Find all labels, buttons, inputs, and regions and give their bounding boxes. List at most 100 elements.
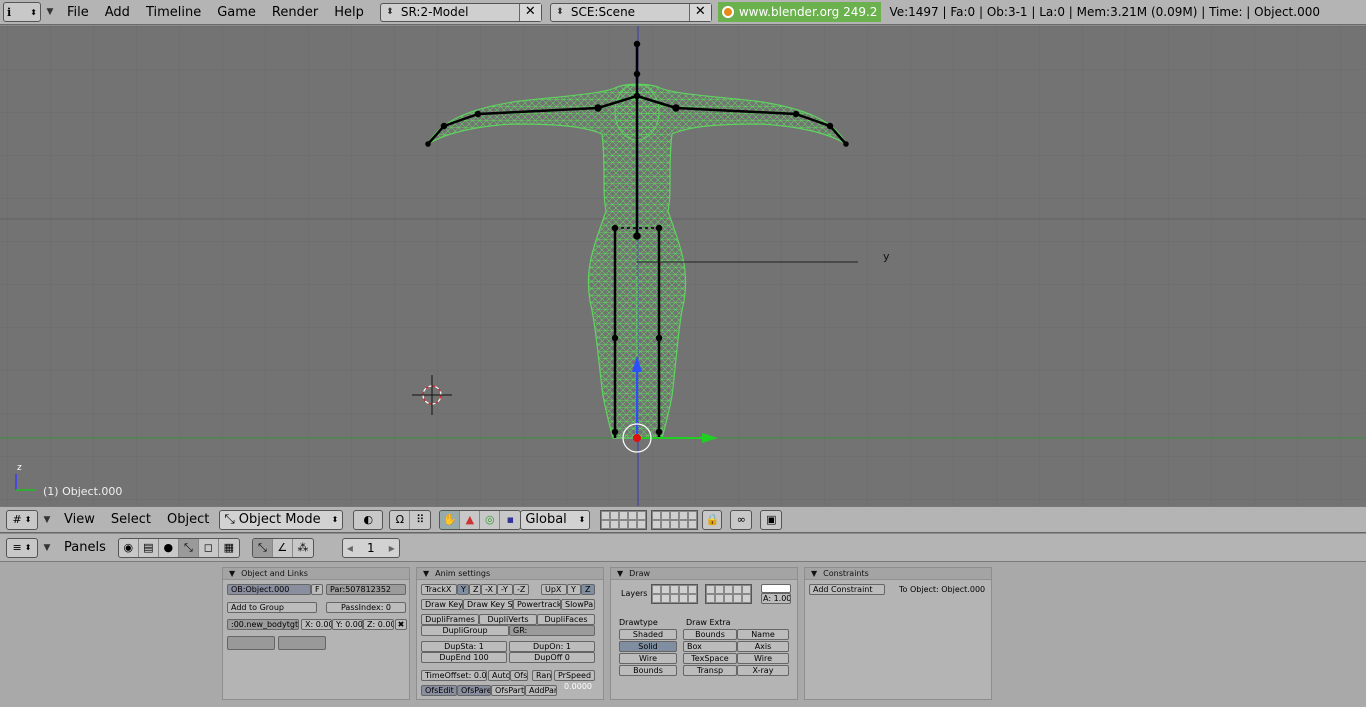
up-z-button[interactable]: Z (581, 584, 595, 595)
menu-file[interactable]: File (59, 5, 97, 20)
layer-block-b[interactable] (278, 636, 326, 650)
layer-buttons-a[interactable] (600, 509, 648, 530)
dup-on-field[interactable]: DupOn: 1 (509, 641, 595, 652)
track-y-button[interactable]: Y (457, 584, 469, 595)
mode-selector[interactable]: ⤡ Object Mode ⬍ (219, 509, 344, 530)
particles-icon[interactable]: ⁂ (293, 539, 313, 557)
snap-icon[interactable]: ⠿ (410, 511, 430, 529)
object-name-field[interactable]: OB:Object.000 (227, 584, 311, 595)
up-x-button[interactable]: UpX (541, 584, 567, 595)
slowpar-button[interactable]: SlowPa (561, 599, 595, 610)
drawtype-shaded[interactable]: Shaded (619, 629, 677, 640)
pivot-icon[interactable]: Ω (390, 510, 411, 529)
offset-z-field[interactable]: Z: 0.00 (363, 619, 394, 630)
extra-bounds-type[interactable]: Box (683, 641, 737, 652)
render-icon[interactable]: ▣ (760, 509, 783, 530)
blender-org-link[interactable]: www.blender.org 249.2 (717, 2, 882, 22)
physics-icon[interactable]: ∠ (273, 538, 293, 557)
panel-header[interactable]: ▼ Draw (611, 568, 797, 580)
collapse-icon[interactable]: ▼ (423, 569, 429, 578)
next-arrow-icon[interactable]: ▸ (389, 541, 395, 555)
scene-icon[interactable]: ▦ (219, 539, 239, 557)
dupliframes-button[interactable]: DupliFrames (421, 614, 479, 625)
ofspartl-button[interactable]: OfsPartl (491, 685, 525, 696)
panel-header[interactable]: ▼ Anim settings (417, 568, 603, 580)
context-tabs[interactable]: ◉ ▤ ● ⤡ ◻ ▦ (117, 537, 240, 558)
extra-wire[interactable]: Wire (737, 653, 789, 664)
object-layers-b[interactable] (705, 584, 752, 604)
add-to-group-button[interactable]: Add to Group (227, 602, 317, 613)
panel-header[interactable]: ▼ Object and Links (223, 568, 409, 580)
link-icon[interactable]: ∞ (730, 509, 753, 530)
editor-type-button[interactable]: # ⬍ (6, 509, 38, 530)
manipulator-group[interactable]: ✋ ▲ ◎ ▪ (439, 509, 522, 530)
duplifaces-button[interactable]: DupliFaces (537, 614, 595, 625)
menu-view[interactable]: View (56, 512, 103, 527)
panels-menu[interactable]: Panels (56, 540, 114, 555)
menu-timeline[interactable]: Timeline (138, 5, 209, 20)
track-z-button[interactable]: Z (469, 584, 481, 595)
ofspare-button[interactable]: OfsPare (457, 685, 491, 696)
prspeed-button[interactable]: PrSpeed (554, 670, 595, 681)
scale-icon[interactable]: ▪ (500, 511, 520, 529)
pass-index-field[interactable]: PassIndex: 0 (326, 602, 406, 613)
addpar-button[interactable]: AddPar (525, 685, 557, 696)
orientation-label[interactable]: Global (525, 512, 578, 527)
menu-object[interactable]: Object (159, 512, 217, 527)
object-icon[interactable]: ⤡ (178, 538, 199, 557)
layer-buttons-b[interactable] (651, 509, 699, 530)
extra-texspace[interactable]: TexSpace (683, 653, 737, 664)
offset-y-field[interactable]: Y: 0.00 (332, 619, 363, 630)
auto-button[interactable]: Auto (488, 670, 510, 681)
offset-x-field[interactable]: X: 0.00 (301, 619, 332, 630)
track-negz-button[interactable]: -Z (513, 584, 529, 595)
editing-icon[interactable]: ◻ (199, 538, 219, 557)
orientation-selector[interactable]: Global ⬍ (520, 509, 591, 530)
dup-end-field[interactable]: DupEnd 100 (421, 652, 507, 663)
updown-icon[interactable]: ⬍ (381, 7, 399, 17)
menu-help[interactable]: Help (326, 5, 372, 20)
group-field[interactable]: GR: (509, 625, 595, 636)
up-y-button[interactable]: Y (567, 584, 581, 595)
dup-off-field[interactable]: DupOff 0 (509, 652, 595, 663)
frame-field[interactable]: ◂ 1 ▸ (341, 537, 400, 558)
lock-icon[interactable]: 🔒 (702, 509, 723, 530)
drawtype-solid[interactable]: Solid (619, 641, 677, 652)
panel-header[interactable]: ▼ Constraints (805, 568, 991, 580)
scene-selector[interactable]: ⬍ SCE:Scene ✕ (549, 2, 712, 22)
editor-type-button[interactable]: ≡ ⬍ (6, 537, 38, 558)
3d-viewport[interactable]: z y (1) Object.000 (0, 26, 1366, 506)
f-button[interactable]: F (311, 584, 323, 595)
extra-axis[interactable]: Axis (737, 641, 789, 652)
extra-name[interactable]: Name (737, 629, 789, 640)
screen-selector[interactable]: ⬍ SR:2-Model ✕ (379, 2, 542, 22)
collapse-icon[interactable]: ▼ (617, 569, 623, 578)
frame-number[interactable]: 1 (367, 541, 375, 555)
track-negy-button[interactable]: -Y (497, 584, 513, 595)
menu-render[interactable]: Render (264, 5, 326, 20)
alpha-field[interactable]: A: 1.00 (761, 593, 791, 604)
add-constraint-button[interactable]: Add Constraint (809, 584, 885, 595)
pivot-group[interactable]: Ω ⠿ (389, 509, 432, 530)
updown-icon[interactable]: ⬍ (551, 7, 569, 17)
ofsedit-button[interactable]: OfsEdit (421, 685, 457, 696)
translate-icon[interactable]: ▲ (460, 510, 481, 529)
editor-type-button[interactable]: i ⬍ (3, 2, 41, 22)
subcontext-tabs[interactable]: ⤡ ∠ ⁂ (251, 537, 314, 558)
track-x-button[interactable]: TrackX (421, 584, 457, 595)
prev-arrow-icon[interactable]: ◂ (347, 541, 353, 555)
close-icon[interactable]: ✕ (688, 3, 711, 21)
scene-name[interactable]: SCE:Scene (569, 5, 689, 19)
dupligroup-button[interactable]: DupliGroup (421, 625, 509, 636)
track-negx-button[interactable]: -X (481, 584, 497, 595)
hand-icon[interactable]: ✋ (440, 510, 461, 529)
vertex-group-field[interactable]: :00.new_bodytgt (227, 619, 299, 630)
menu-game[interactable]: Game (209, 5, 264, 20)
extra-xray[interactable]: X-ray (737, 665, 789, 676)
rotate-icon[interactable]: ◎ (480, 510, 501, 529)
object-subtab-icon[interactable]: ⤡ (252, 538, 273, 557)
collapse-icon[interactable]: ▼ (811, 569, 817, 578)
collapse-menu-icon[interactable]: ▼ (38, 515, 56, 525)
shading-icon[interactable]: ● (159, 538, 179, 557)
layer-block-a[interactable] (227, 636, 275, 650)
